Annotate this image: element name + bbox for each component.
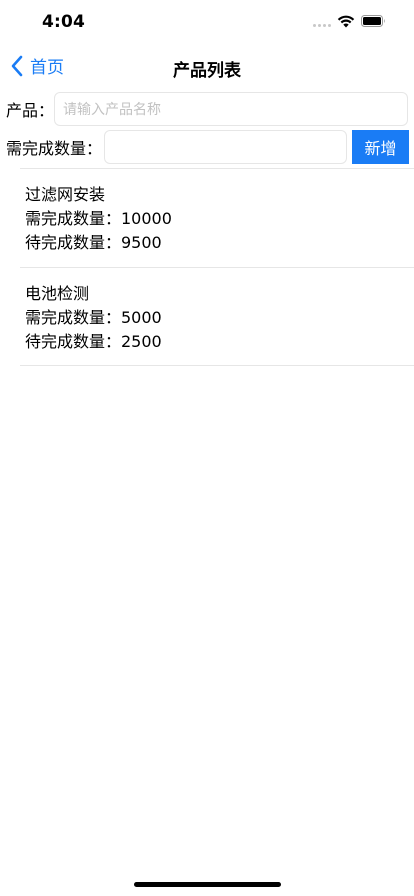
navigation-bar: 首页 产品列表 — [0, 44, 414, 88]
quantity-input[interactable] — [104, 130, 347, 164]
list-item[interactable]: 电池检测 需完成数量：5000 待完成数量：2500 — [20, 267, 414, 366]
product-row: 产品： 请输入产品名称 — [0, 92, 414, 126]
battery-icon — [361, 15, 385, 27]
product-label: 产品： — [6, 101, 55, 120]
pending-quantity: 待完成数量：9500 — [25, 233, 162, 252]
signal-dots-icon — [313, 24, 331, 27]
product-name-input[interactable]: 请输入产品名称 — [54, 92, 408, 126]
wifi-icon — [337, 15, 355, 28]
product-list: 过滤网安装 需完成数量：10000 待完成数量：9500 电池检测 需完成数量：… — [20, 168, 414, 366]
quantity-label: 需完成数量： — [6, 139, 103, 158]
home-indicator — [134, 882, 281, 887]
status-bar: 4:04 — [0, 0, 414, 44]
status-time: 4:04 — [42, 12, 86, 32]
list-item[interactable]: 过滤网安装 需完成数量：10000 待完成数量：9500 — [20, 168, 414, 267]
required-quantity: 需完成数量：10000 — [25, 209, 172, 228]
add-button[interactable]: 新增 — [352, 130, 409, 164]
product-name-placeholder: 请输入产品名称 — [63, 102, 161, 118]
product-name: 电池检测 — [25, 284, 90, 303]
product-name: 过滤网安装 — [25, 185, 106, 204]
required-quantity: 需完成数量：5000 — [25, 308, 162, 327]
page-title: 产品列表 — [173, 61, 241, 81]
pending-quantity: 待完成数量：2500 — [25, 332, 162, 351]
quantity-row: 需完成数量： 新增 — [0, 130, 414, 164]
